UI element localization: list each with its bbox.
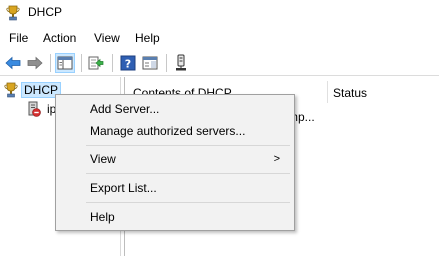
forward-button[interactable]	[25, 53, 45, 73]
back-arrow-icon	[5, 56, 21, 70]
title-bar: DHCP	[0, 0, 439, 26]
menu-item-export-list[interactable]: Export List...	[58, 176, 292, 200]
column-divider[interactable]	[327, 81, 328, 103]
menu-separator	[86, 173, 290, 174]
dhcp-trophy-icon	[4, 82, 18, 98]
server-icon	[176, 54, 186, 71]
mmc-window: DHCP File Action View Help ? DHCP ip Con…	[0, 0, 439, 256]
export-list-icon	[88, 56, 104, 70]
server-error-icon	[28, 101, 41, 117]
window-title: DHCP	[28, 5, 63, 19]
toolbar-separator	[112, 54, 113, 72]
svg-text:?: ?	[125, 58, 131, 71]
show-hide-console-tree-icon	[57, 56, 73, 70]
show-hide-console-tree-button[interactable]	[55, 53, 75, 73]
back-button[interactable]	[3, 53, 23, 73]
column-header-status[interactable]: Status	[333, 82, 367, 104]
server-button[interactable]	[171, 53, 191, 73]
toolbar-separator	[166, 54, 167, 72]
toolbar-separator	[50, 54, 51, 72]
export-list-button[interactable]	[86, 53, 106, 73]
context-menu: Add Server... Manage authorized servers.…	[55, 94, 295, 231]
menu-file[interactable]: File	[9, 31, 28, 45]
menu-item-add-server[interactable]: Add Server...	[58, 97, 292, 121]
menu-view[interactable]: View	[94, 31, 120, 45]
chevron-right-icon: >	[273, 153, 280, 165]
tree-node-dhcp[interactable]: DHCP	[4, 82, 62, 98]
forward-arrow-icon	[27, 56, 43, 70]
menu-item-manage-authorized-servers[interactable]: Manage authorized servers...	[58, 119, 292, 143]
show-action-pane-icon	[142, 56, 158, 70]
show-action-pane-button[interactable]	[140, 53, 160, 73]
toolbar-separator	[81, 54, 82, 72]
menu-help[interactable]: Help	[135, 31, 160, 45]
menu-separator	[86, 202, 290, 203]
menu-separator	[86, 145, 290, 146]
menu-item-view[interactable]: View >	[58, 147, 292, 171]
help-icon: ?	[120, 55, 136, 71]
menu-item-help[interactable]: Help	[58, 205, 292, 229]
menu-bar: File Action View Help	[0, 28, 439, 48]
toolbar: ?	[0, 50, 439, 76]
help-button[interactable]: ?	[118, 53, 138, 73]
dhcp-trophy-icon	[6, 5, 20, 21]
menu-item-label: View	[90, 152, 116, 166]
menu-action[interactable]: Action	[43, 31, 76, 45]
